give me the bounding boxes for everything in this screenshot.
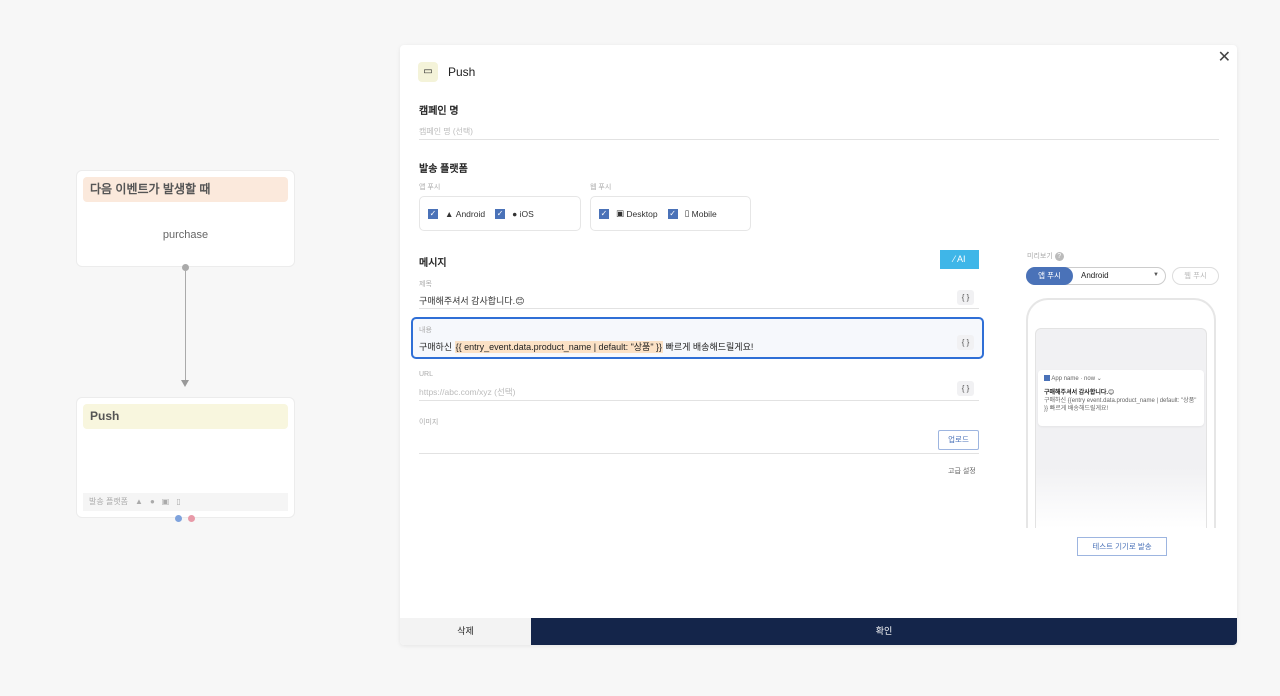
body-suffix: 빠르게 배송해드릴게요!	[663, 342, 754, 352]
notification-app: App name · now	[1051, 376, 1096, 382]
tab-web-push[interactable]: 웹 푸시	[1172, 267, 1219, 285]
check-icon: ✓	[599, 208, 609, 219]
connector-handle[interactable]	[182, 264, 189, 271]
web-push-label: 웹 푸시	[590, 184, 612, 191]
image-field-label: 이미지	[419, 419, 439, 426]
notification-body: 구매하신 {{entry event.data.product_name | d…	[1044, 398, 1197, 412]
web-push-group: ✓ ▣ Desktop ✓ ▯ Mobile	[590, 196, 751, 231]
preview-text: 미리보기	[1027, 253, 1053, 260]
body-prefix: 구매하신	[419, 342, 455, 352]
android-icon: ▲	[135, 497, 143, 506]
desktop-label: Desktop	[626, 208, 658, 219]
upload-button[interactable]: 업로드	[938, 430, 979, 450]
url-input[interactable]: https://abc.com/xyz (선택)	[419, 386, 515, 398]
app-push-group: ✓ ▲ Android ✓ ● iOS	[419, 196, 581, 231]
desktop-icon: ▣	[161, 497, 170, 506]
push-modal: ✕ ▭ Push 캠페인 명 캠페인 명 (선택) 발송 플랫폼 앱 푸시 웹 …	[400, 45, 1237, 645]
mobile-icon: ▯	[684, 208, 692, 218]
variable-button[interactable]: { }	[957, 381, 974, 396]
url-field-label: URL	[419, 371, 434, 378]
modal-title: Push	[448, 65, 476, 79]
android-label: Android	[455, 208, 486, 219]
os-select-value: Android	[1081, 271, 1109, 280]
apple-icon: ●	[149, 497, 155, 506]
chevron-down-icon: ▼	[1153, 272, 1159, 278]
delete-button[interactable]: 삭제	[400, 618, 531, 645]
title-field-label: 제목	[419, 281, 432, 288]
preview-label: 미리보기 ?	[1027, 251, 1064, 261]
ai-button[interactable]: ⁄ AI	[940, 250, 979, 269]
campaign-input[interactable]: 캠페인 명 (선택)	[419, 126, 473, 137]
arrow-icon	[181, 380, 189, 387]
mobile-label: Mobile	[691, 208, 717, 219]
trigger-node[interactable]: 다음 이벤트가 발생할 때 purchase	[76, 170, 295, 267]
check-icon: ✓	[428, 208, 438, 219]
push-node[interactable]: Push 발송 플랫폼 ▲ ● ▣ ▯	[76, 397, 295, 518]
ai-label: AI	[957, 254, 966, 264]
trigger-event: purchase	[162, 229, 209, 241]
advanced-settings-link[interactable]: 고급 설정	[948, 466, 976, 476]
divider	[419, 139, 1219, 140]
tab-app-push[interactable]: 앱 푸시	[1026, 267, 1073, 285]
app-push-label: 앱 푸시	[419, 184, 441, 191]
campaign-label: 캠페인 명	[419, 106, 459, 117]
notification-header: App name · now ⌄	[1044, 375, 1198, 383]
ios-checkbox[interactable]: ✓ ● iOS	[495, 208, 534, 219]
message-label: 메시지	[419, 258, 447, 269]
body-field-label: 내용	[419, 327, 432, 334]
app-icon	[1044, 375, 1050, 382]
desktop-checkbox[interactable]: ✓ ▣ Desktop	[599, 208, 658, 219]
connector-line	[185, 271, 186, 381]
trigger-title: 다음 이벤트가 발생할 때	[83, 177, 288, 202]
handle-blue[interactable]	[175, 515, 182, 522]
divider	[419, 453, 979, 454]
title-input[interactable]: 구매해주셔서 감사합니다.😊	[419, 294, 524, 307]
check-icon: ✓	[667, 208, 678, 219]
android-checkbox[interactable]: ✓ ▲ Android	[428, 208, 486, 219]
close-icon[interactable]: ✕	[1218, 47, 1231, 67]
confirm-button[interactable]: 확인	[531, 618, 1237, 645]
push-node-footer: 발송 플랫폼 ▲ ● ▣ ▯	[83, 493, 288, 511]
divider	[419, 400, 979, 401]
help-icon[interactable]: ?	[1054, 252, 1064, 261]
check-icon: ✓	[495, 208, 506, 219]
message-icon: ▭	[418, 62, 438, 82]
phone-mockup: App name · now ⌄ 구매해주셔서 감사합니다.😊 구매하신 {{e…	[1026, 298, 1216, 528]
mobile-icon: ▯	[176, 497, 181, 506]
mobile-checkbox[interactable]: ✓ ▯ Mobile	[667, 208, 717, 219]
notification-card: App name · now ⌄ 구매해주셔서 감사합니다.😊 구매하신 {{e…	[1038, 370, 1204, 426]
body-variable: {{ entry_event.data.product_name | defau…	[454, 341, 664, 353]
notification-title: 구매해주셔서 감사합니다.😊	[1044, 390, 1115, 396]
test-send-button[interactable]: 테스트 기기로 발송	[1077, 537, 1167, 556]
platform-label: 발송 플랫폼	[419, 164, 468, 175]
desktop-icon: ▣	[616, 208, 627, 218]
android-icon: ▲	[445, 208, 456, 219]
phone-screen	[1035, 328, 1207, 528]
variable-button[interactable]: { }	[957, 290, 974, 305]
push-node-title: Push	[83, 404, 288, 429]
variable-button[interactable]: { }	[957, 335, 974, 350]
apple-icon: ●	[512, 208, 520, 219]
body-input[interactable]: 구매하신 {{ entry_event.data.product_name | …	[419, 340, 753, 353]
divider	[419, 308, 979, 309]
platform-label: 발송 플랫폼	[89, 497, 129, 506]
handle-red[interactable]	[188, 515, 195, 522]
ios-label: iOS	[519, 208, 534, 219]
